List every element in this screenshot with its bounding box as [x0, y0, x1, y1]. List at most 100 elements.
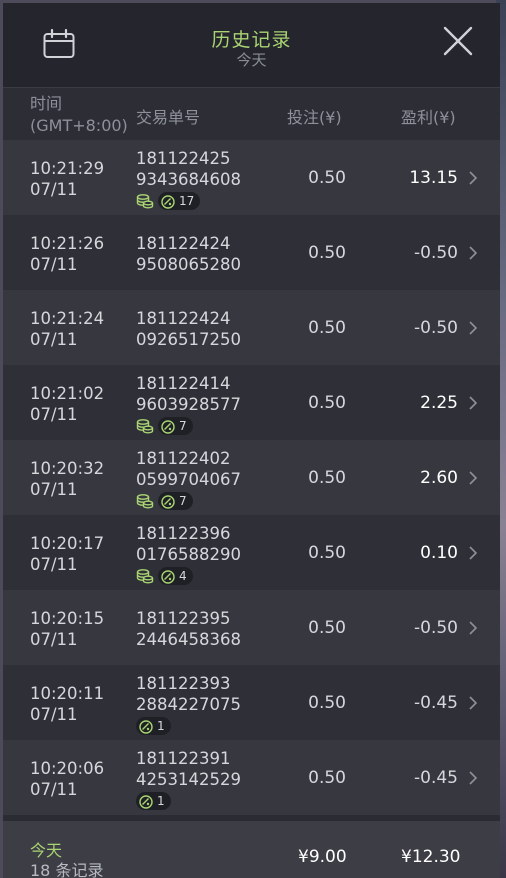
ball-count: 7 [179, 494, 187, 508]
row-bet: 0.50 [308, 618, 346, 638]
row-time: 10:20:17 07/11 [30, 533, 104, 575]
row-bet: 0.50 [308, 318, 346, 338]
row-order-id: 181122424 9508065280 [136, 233, 241, 275]
row-time-value: 10:21:29 [30, 159, 105, 178]
row-order-id-part1: 181122395 [136, 609, 231, 628]
row-order-id-part2: 9603928577 [136, 395, 241, 414]
column-time-zone: (GMT+8:00) [30, 116, 128, 135]
row-bet: 0.50 [308, 168, 346, 188]
row-order-id: 181122402 0599704067 [136, 448, 241, 490]
row-order-id-part1: 181122391 [136, 749, 231, 768]
column-header: 时间 (GMT+8:00) 交易单号 投注(¥) 盈利(¥) [3, 87, 500, 141]
row-badges: 7 [136, 417, 193, 435]
history-panel: 历史记录 今天 时间 (GMT+8:00) 交易单号 投注(¥) 盈利(¥) 1… [3, 3, 500, 878]
coins-icon [136, 492, 154, 510]
row-time-value: 10:20:06 [30, 759, 105, 778]
coins-icon [136, 567, 154, 585]
history-row[interactable]: 10:20:06 07/11 181122391 4253142529 1 0.50 -0.… [3, 740, 500, 815]
row-date-value: 07/11 [30, 255, 78, 274]
history-row[interactable]: 10:20:32 07/11 181122402 0599704067 7 0.50 2.6… [3, 440, 500, 515]
column-order-id: 交易单号 [136, 108, 201, 127]
row-order-id-part1: 181122402 [136, 449, 231, 468]
ball-icon [161, 569, 175, 584]
row-order-id: 181122414 9603928577 [136, 373, 241, 415]
column-time: 时间 (GMT+8:00) [30, 93, 128, 137]
row-badges: 4 [136, 567, 193, 585]
row-time: 10:20:15 07/11 [30, 608, 104, 650]
row-time: 10:21:29 07/11 [30, 158, 104, 200]
row-time-value: 10:21:02 [30, 384, 105, 403]
header: 历史记录 今天 [3, 3, 500, 87]
row-profit: -0.50 [414, 243, 458, 263]
row-order-id-part1: 181122424 [136, 309, 231, 328]
row-bet: 0.50 [308, 543, 346, 563]
ball-count: 17 [179, 194, 195, 208]
history-row[interactable]: 10:20:11 07/11 181122393 2884227075 1 0.50 -0.… [3, 665, 500, 740]
row-profit: -0.50 [414, 618, 458, 638]
chevron-right-icon [467, 545, 479, 561]
row-date-value: 07/11 [30, 330, 78, 349]
row-order-id-part1: 181122414 [136, 374, 231, 393]
chevron-right-icon [467, 770, 479, 786]
ball-count: 4 [179, 569, 187, 583]
ball-count-badge: 1 [136, 717, 171, 735]
close-icon[interactable] [442, 25, 474, 57]
ball-count: 7 [179, 419, 187, 433]
ball-icon [161, 494, 175, 509]
row-time-value: 10:20:32 [30, 459, 105, 478]
row-time: 10:20:11 07/11 [30, 683, 104, 725]
history-row[interactable]: 10:21:02 07/11 181122414 9603928577 7 0.50 2.2… [3, 365, 500, 440]
chevron-right-icon [467, 620, 479, 636]
row-time-value: 10:21:24 [30, 309, 105, 328]
row-order-id: 181122424 0926517250 [136, 308, 241, 350]
row-badges: 1 [136, 792, 171, 810]
column-bet: 投注(¥) [287, 108, 342, 127]
chevron-right-icon [467, 320, 479, 336]
row-profit: 13.15 [409, 168, 458, 188]
row-badges: 7 [136, 492, 193, 510]
history-row[interactable]: 10:21:29 07/11 181122425 9343684608 17 0.50 13… [3, 140, 500, 215]
total-profit: ¥12.30 [401, 847, 461, 867]
history-row[interactable]: 10:21:24 07/11 181122424 0926517250 0.50 -0.5… [3, 290, 500, 365]
history-row[interactable]: 10:20:17 07/11 181122396 0176588290 4 0.50 0.1… [3, 515, 500, 590]
ball-count-badge: 1 [136, 792, 171, 810]
row-date-value: 07/11 [30, 480, 78, 499]
ball-count-badge: 17 [158, 192, 201, 210]
row-order-id: 181122396 0176588290 [136, 523, 241, 565]
row-profit: 0.10 [420, 543, 458, 563]
page-subtitle: 今天 [236, 51, 267, 69]
history-row[interactable]: 10:21:26 07/11 181122424 9508065280 0.50 -0.5… [3, 215, 500, 290]
row-bet: 0.50 [308, 243, 346, 263]
chevron-right-icon [467, 695, 479, 711]
ball-icon [161, 194, 175, 209]
row-order-id: 181122425 9343684608 [136, 148, 241, 190]
row-bet: 0.50 [308, 768, 346, 788]
row-profit: -0.50 [414, 318, 458, 338]
column-time-label: 时间 [30, 94, 63, 113]
row-bet: 0.50 [308, 468, 346, 488]
ball-icon [139, 719, 153, 734]
history-row[interactable]: 10:20:15 07/11 181122395 2446458368 0.50 -0.5… [3, 590, 500, 665]
chevron-right-icon [467, 470, 479, 486]
row-time: 10:21:24 07/11 [30, 308, 104, 350]
row-order-id: 181122393 2884227075 [136, 673, 241, 715]
chevron-right-icon [467, 170, 479, 186]
row-time-value: 10:20:17 [30, 534, 105, 553]
row-order-id-part1: 181122424 [136, 234, 231, 253]
row-time: 10:20:06 07/11 [30, 758, 104, 800]
row-time-value: 10:20:11 [30, 684, 105, 703]
coins-icon [136, 417, 154, 435]
row-profit: -0.45 [414, 693, 458, 713]
ball-icon [139, 794, 153, 809]
row-order-id-part2: 0176588290 [136, 545, 241, 564]
ball-count-badge: 4 [158, 567, 193, 585]
row-date-value: 07/11 [30, 180, 78, 199]
row-order-id-part1: 181122396 [136, 524, 231, 543]
row-time-value: 10:20:15 [30, 609, 105, 628]
row-badges: 1 [136, 717, 171, 735]
row-order-id: 181122395 2446458368 [136, 608, 241, 650]
row-order-id-part2: 0926517250 [136, 330, 241, 349]
row-date-value: 07/11 [30, 630, 78, 649]
page-title: 历史记录 [211, 29, 292, 51]
row-bet: 0.50 [308, 693, 346, 713]
